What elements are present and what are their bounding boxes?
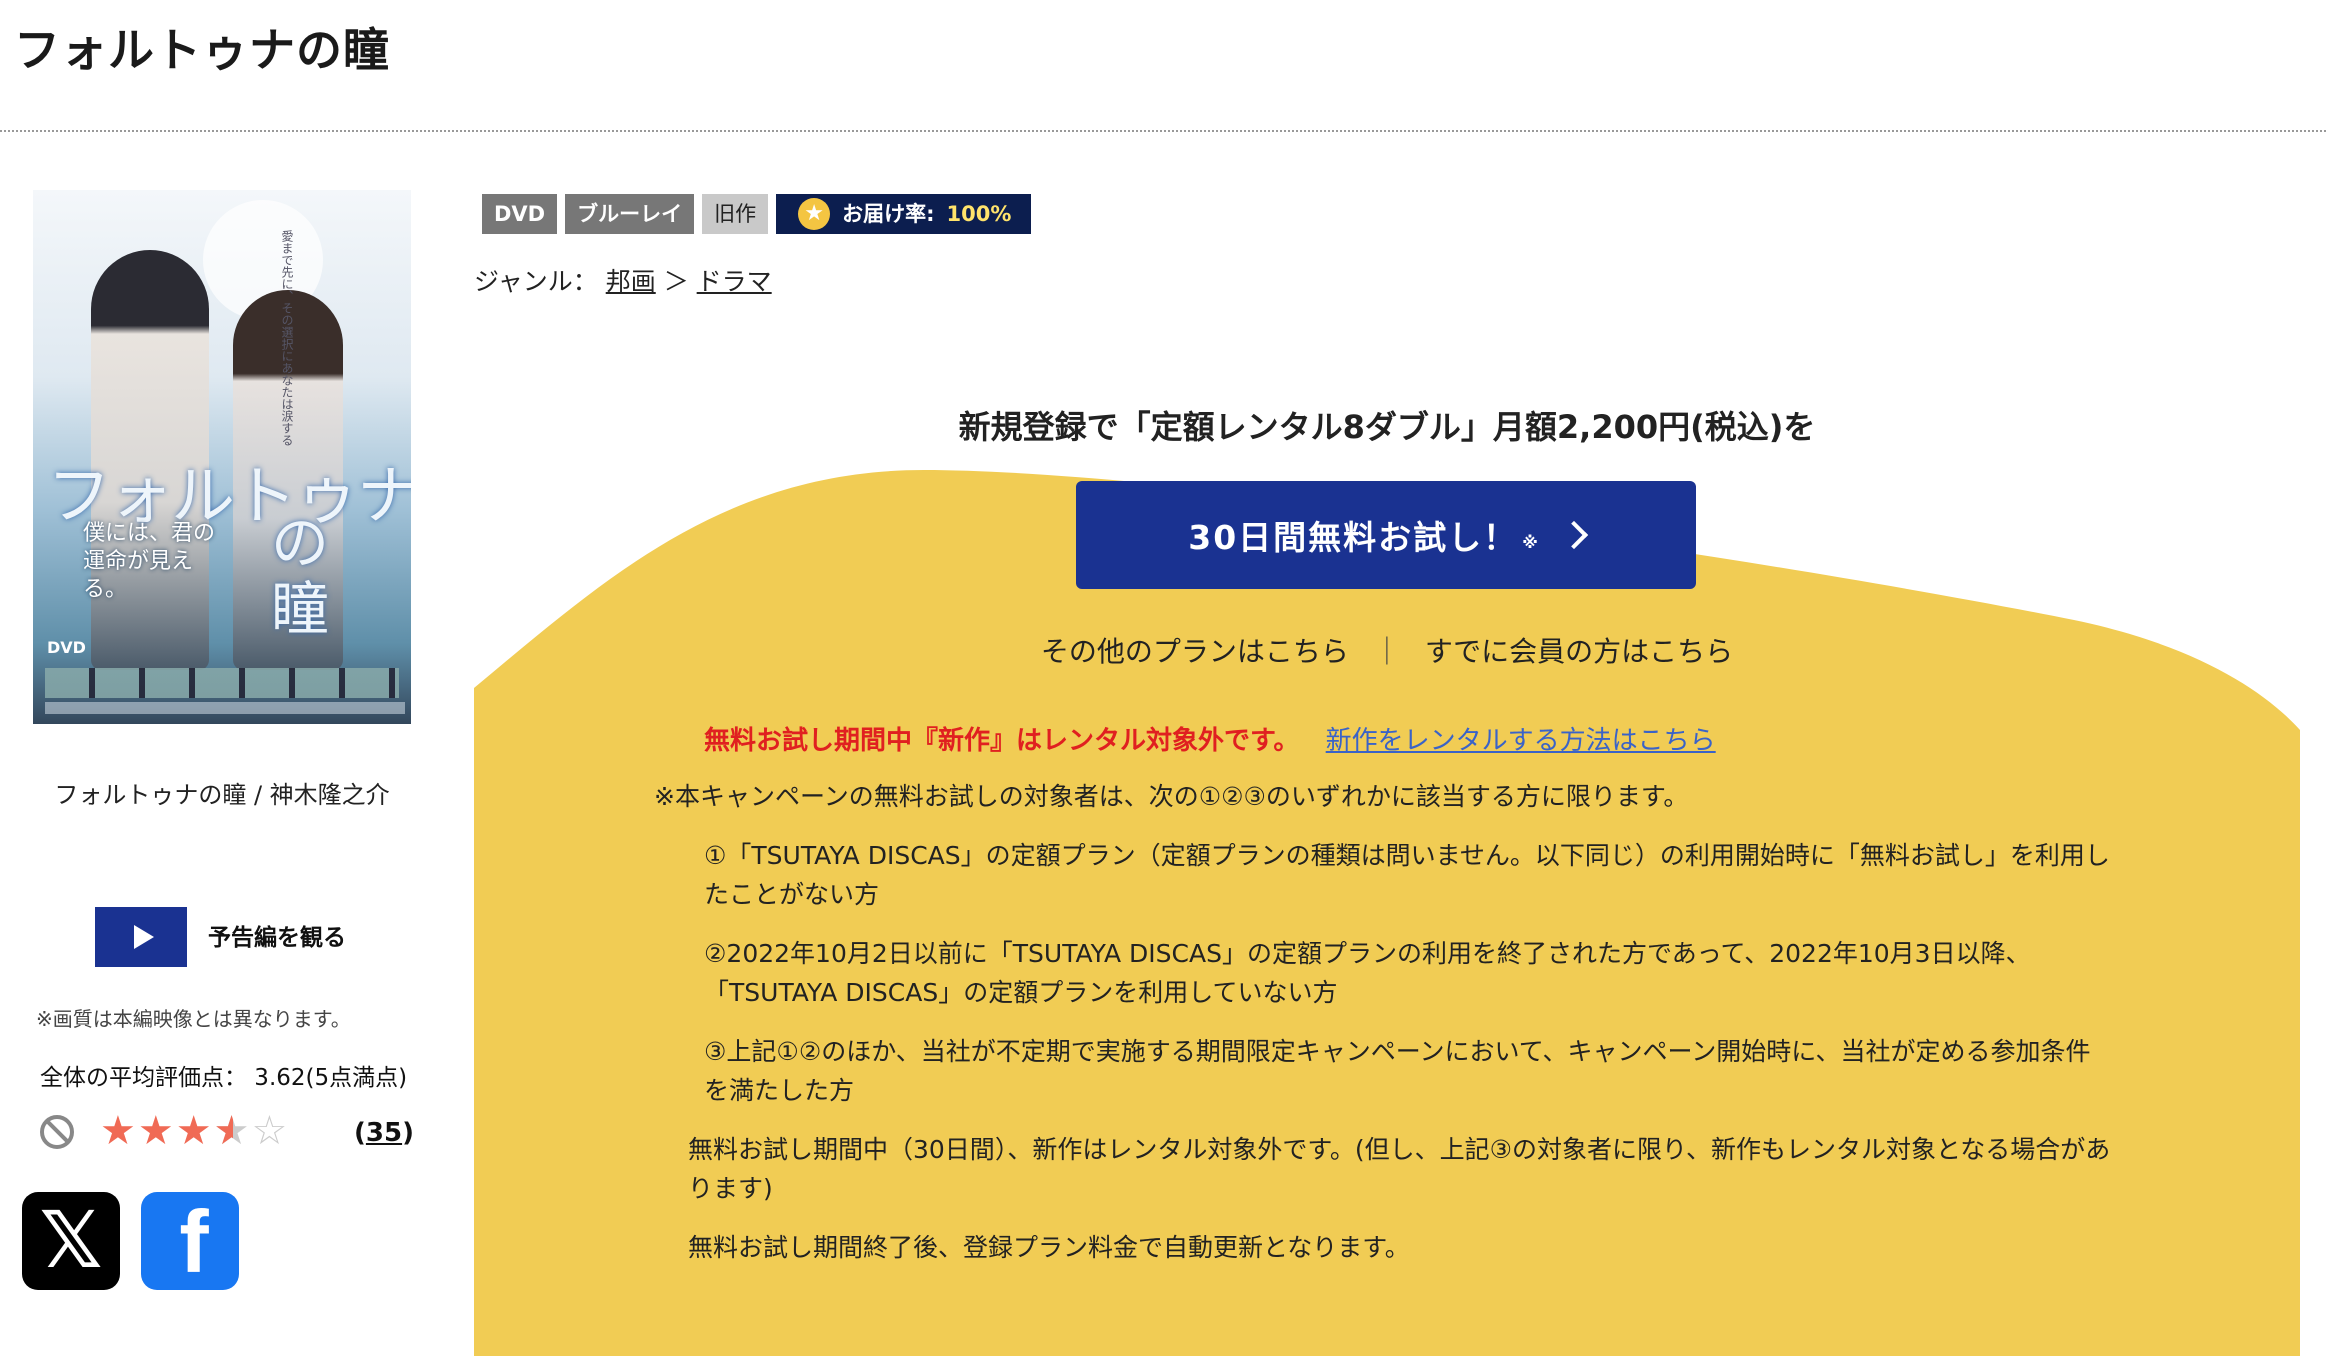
other-plans-link[interactable]: その他のプランはこちら: [1041, 635, 1349, 668]
warning-text: 無料お試し期間中『新作』はレンタル対象外です。: [704, 726, 1300, 756]
delivery-value: 100%: [946, 202, 1012, 226]
star-coin-icon: ★: [798, 198, 831, 230]
review-count[interactable]: (35): [354, 1118, 414, 1148]
poster-vertical-text: 愛まで先に、その選択にあなたは涙する: [280, 230, 294, 446]
genre-link-drama[interactable]: ドラマ: [697, 267, 772, 296]
plan-links: その他のプランはこちら ｜ すでに会員の方はこちら: [474, 630, 2300, 670]
genre-separator: ＞: [663, 267, 689, 296]
condition-3: ③上記①②のほか、当社が不定期で実施する期間限定キャンペーンにおいて、キャンペー…: [704, 1037, 2091, 1105]
delivery-label: お届け率:: [842, 202, 935, 226]
star-half-icon: ★: [214, 1108, 252, 1154]
badge-old-release: 旧作: [702, 194, 769, 234]
new-release-rental-link[interactable]: 新作をレンタルする方法はこちら: [1326, 726, 1716, 756]
poster-footer: [45, 702, 405, 714]
poster-scene-strip: [45, 668, 399, 698]
poster-title-line2: の 瞳: [271, 509, 330, 643]
genre-breadcrumb: ジャンル： 邦画 ＞ ドラマ: [474, 262, 772, 298]
free-trial-note-mark: ※: [1522, 532, 1540, 552]
trailer-play-button[interactable]: [95, 907, 187, 967]
rating-stars[interactable]: ★★★★☆: [100, 1108, 289, 1154]
genre-label: ジャンル：: [474, 267, 598, 296]
trailer-label[interactable]: 予告編を観る: [208, 918, 346, 952]
poster-caption: フォルトゥナの瞳 / 神木隆之介: [54, 781, 390, 809]
header-divider: [0, 130, 2326, 132]
free-trial-label: 30日間無料お試し！: [1188, 518, 1519, 557]
badge-bluray: ブルーレイ: [565, 194, 695, 234]
play-icon: [134, 925, 154, 949]
condition-1: ①「TSUTAYA DISCAS」の定額プラン（定額プランの種類は問いません。以…: [704, 841, 2110, 909]
badge-dvd: DVD: [482, 194, 558, 234]
auto-renew-note: 無料お試し期間終了後、登録プラン料金で自動更新となります。: [688, 1233, 1410, 1262]
star-empty-icon: ☆: [251, 1108, 290, 1154]
poster-image[interactable]: 愛まで先に、その選択にあなたは涙する フォルトゥナ の 瞳 僕には、君の運命が見…: [33, 190, 411, 724]
chevron-right-icon: [1559, 520, 1588, 550]
badge-delivery-rate: ★ お届け率: 100%: [776, 194, 1032, 234]
average-rating: 全体の平均評価点： 3.62(5点満点): [40, 1065, 408, 1091]
no-rating-icon[interactable]: [40, 1115, 74, 1149]
facebook-share-icon[interactable]: f: [141, 1192, 239, 1290]
condition-2: ②2022年10月2日以前に「TSUTAYA DISCAS」の定額プランの利用を…: [704, 939, 2031, 1007]
trial-period-note: 無料お試し期間中（30日間）、新作はレンタル対象外です。(但し、上記③の対象者に…: [688, 1135, 2111, 1203]
member-login-link[interactable]: すでに会員の方はこちら: [1425, 635, 1733, 668]
new-release-warning: 無料お試し期間中『新作』はレンタル対象外です。 新作をレンタルする方法はこちら: [704, 720, 1716, 757]
format-badges: DVD ブルーレイ 旧作 ★ お届け率: 100%: [482, 194, 1032, 234]
page-title: フォルトゥナの瞳: [14, 23, 390, 77]
quality-note: ※画質は本編映像とは異なります。: [36, 1007, 351, 1031]
free-trial-button[interactable]: 30日間無料お試し！ ※: [1076, 481, 1696, 589]
x-share-icon[interactable]: 𝕏: [22, 1192, 120, 1290]
poster-dvd-mark: DVD: [47, 638, 86, 657]
plan-links-separator: ｜: [1372, 635, 1401, 668]
campaign-note-intro: ※本キャンペーンの無料お試しの対象者は、次の①②③のいずれかに該当する方に限りま…: [654, 782, 1689, 811]
genre-link-hoga[interactable]: 邦画: [606, 267, 656, 296]
poster-tagline: 僕には、君の運命が見える。: [83, 521, 216, 602]
promo-headline: 新規登録で「定額レンタル8ダブル」月額2,200円(税込)を: [958, 408, 1816, 446]
star-full-icon: ★★★: [100, 1108, 214, 1154]
